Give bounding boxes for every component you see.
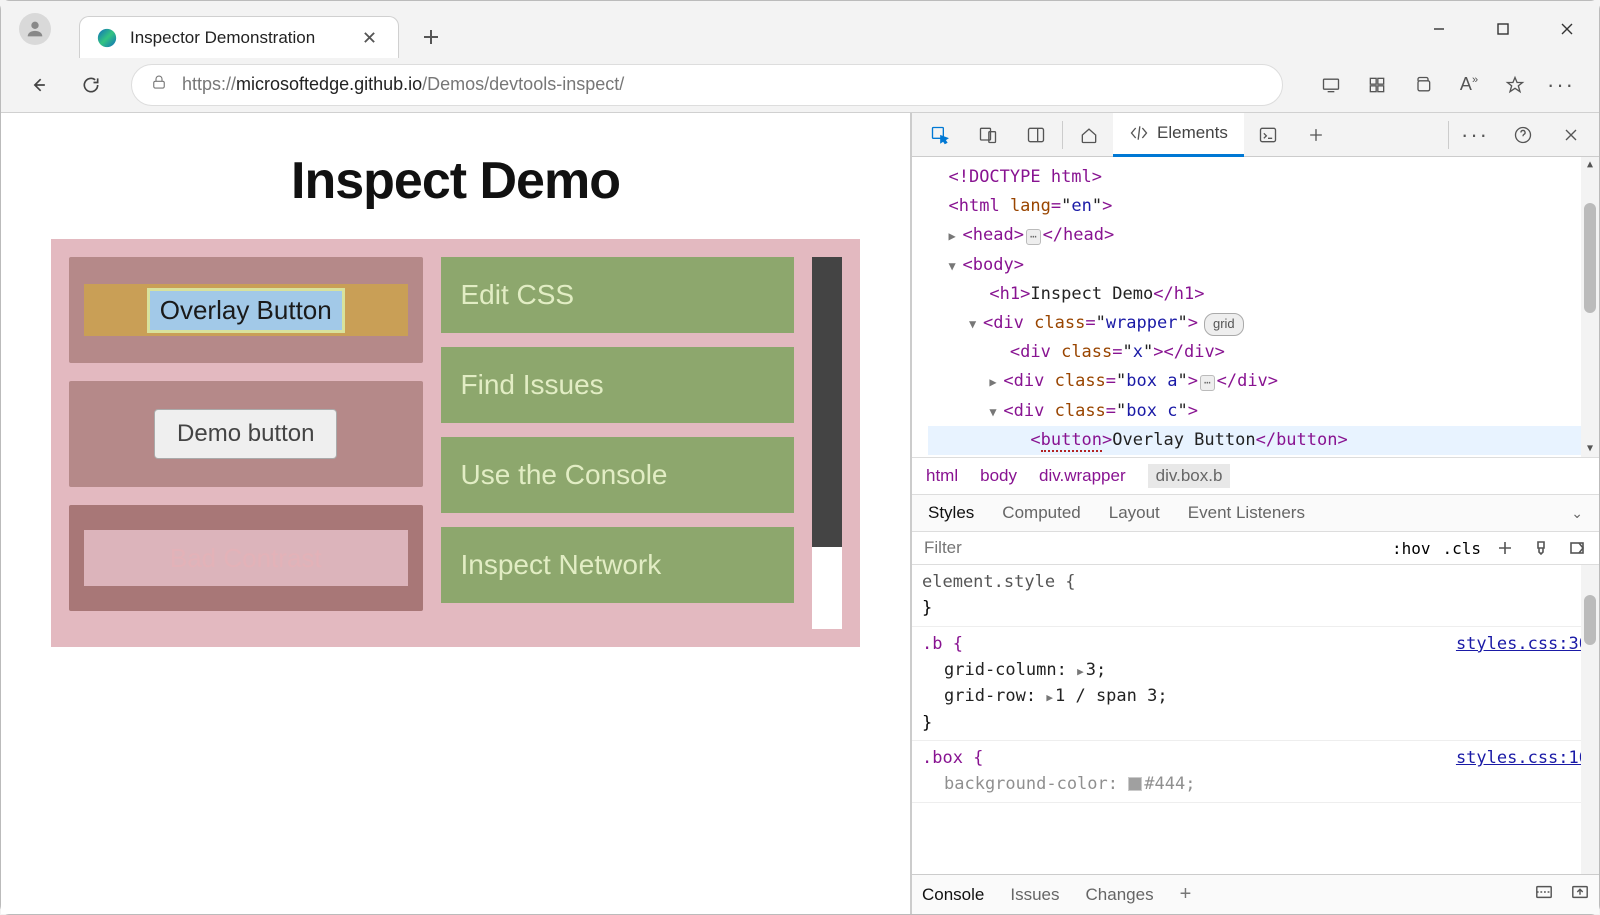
url-text: https://microsoftedge.github.io/Demos/de… (182, 74, 624, 95)
cls-toggle[interactable]: .cls (1442, 539, 1481, 558)
dom-tree[interactable]: <!DOCTYPE html> <html lang="en"> ▶<head>… (912, 157, 1599, 457)
dom-selected-node[interactable]: <button>Overlay Button</button> (928, 426, 1599, 455)
edge-icon (96, 27, 118, 49)
refresh-button[interactable] (71, 65, 111, 105)
demo-box-overlay: Overlay Button (69, 257, 423, 363)
source-link[interactable]: styles.css:30 (1456, 631, 1589, 657)
inspect-element-icon[interactable] (916, 113, 964, 157)
add-tab-icon[interactable] (1292, 113, 1340, 157)
window-controls (1407, 1, 1599, 57)
favorite-icon[interactable] (1495, 65, 1535, 105)
lock-icon (150, 73, 168, 96)
demo-scrollbar-thumb[interactable] (812, 257, 842, 547)
styles-toolbar: :hov .cls (912, 532, 1599, 565)
window-titlebar: Inspector Demonstration (1, 1, 1599, 57)
demo-link-column: Edit CSS Find Issues Use the Console Ins… (441, 257, 795, 629)
computed-tab[interactable]: Computed (1002, 503, 1080, 523)
demo-link[interactable]: Inspect Network (441, 527, 795, 603)
breadcrumb-item-selected[interactable]: div.box.b (1148, 464, 1231, 488)
demo-wrapper: Overlay Button Demo button Bad Contrast … (51, 239, 860, 647)
new-style-rule-icon[interactable] (1493, 536, 1517, 560)
browser-toolbar: https://microsoftedge.github.io/Demos/de… (1, 57, 1599, 113)
drawer-dock-icon[interactable] (1535, 883, 1553, 906)
rule-box[interactable]: styles.css:16 .box { background-color: #… (912, 741, 1599, 803)
bad-contrast-label: Bad Contrast (84, 530, 408, 586)
devtools-header: Elements ··· (912, 113, 1599, 157)
elements-tab-label: Elements (1157, 123, 1228, 143)
profile-avatar[interactable] (19, 13, 51, 45)
drawer-changes-tab[interactable]: Changes (1086, 885, 1154, 905)
hov-toggle[interactable]: :hov (1392, 539, 1431, 558)
demo-box-contrast: Bad Contrast (69, 505, 423, 611)
toggle-compare-icon[interactable] (1565, 536, 1589, 560)
event-listeners-tab[interactable]: Event Listeners (1188, 503, 1305, 523)
dock-side-icon[interactable] (1012, 113, 1060, 157)
help-icon[interactable] (1499, 113, 1547, 157)
page-viewport: Inspect Demo Overlay Button Demo button … (1, 113, 911, 914)
demo-link[interactable]: Edit CSS (441, 257, 795, 333)
rule-element-style[interactable]: element.style { } (912, 565, 1599, 627)
close-window-button[interactable] (1535, 1, 1599, 57)
drawer-issues-tab[interactable]: Issues (1010, 885, 1059, 905)
dom-scrollbar[interactable]: ▲ ▼ (1581, 157, 1599, 457)
styles-tabs: Styles Computed Layout Event Listeners ⌄ (912, 495, 1599, 532)
new-tab-button[interactable] (411, 17, 451, 57)
demo-button[interactable]: Demo button (154, 409, 337, 459)
tab-title: Inspector Demonstration (130, 28, 344, 48)
dom-breadcrumb: html body div.wrapper div.box.b (912, 457, 1599, 495)
styles-tab[interactable]: Styles (928, 503, 974, 523)
source-link[interactable]: styles.css:16 (1456, 745, 1589, 771)
layout-tab[interactable]: Layout (1109, 503, 1160, 523)
welcome-tab-icon[interactable] (1065, 113, 1113, 157)
more-tools-icon[interactable]: ··· (1451, 113, 1499, 157)
demo-link[interactable]: Find Issues (441, 347, 795, 423)
settings-menu-button[interactable]: ··· (1541, 65, 1581, 105)
drawer-console-tab[interactable]: Console (922, 885, 984, 905)
devtools-panel: Elements ··· <!DOCTYPE html> <html lang=… (911, 113, 1599, 914)
maximize-button[interactable] (1471, 1, 1535, 57)
breadcrumb-item[interactable]: html (926, 466, 958, 486)
close-tab-button[interactable] (356, 25, 382, 51)
device-emulation-icon[interactable] (964, 113, 1012, 157)
drawer-add-tab[interactable]: + (1180, 883, 1192, 906)
read-aloud-icon[interactable]: A» (1449, 65, 1489, 105)
styles-filter-input[interactable] (922, 537, 1380, 559)
drawer-expand-icon[interactable] (1571, 883, 1589, 906)
grid-badge[interactable]: grid (1204, 313, 1244, 336)
expand-icon[interactable]: ⌄ (1571, 505, 1583, 522)
breadcrumb-item[interactable]: body (980, 466, 1017, 486)
styles-rules[interactable]: element.style { } styles.css:30 .b { gri… (912, 565, 1599, 874)
browser-tab[interactable]: Inspector Demonstration (79, 16, 399, 58)
elements-tab[interactable]: Elements (1113, 113, 1244, 157)
page-heading: Inspect Demo (11, 151, 900, 211)
breadcrumb-item[interactable]: div.wrapper (1039, 466, 1126, 486)
color-swatch[interactable] (1128, 777, 1142, 791)
overlay-button[interactable]: Overlay Button (147, 288, 345, 333)
close-devtools-icon[interactable] (1547, 113, 1595, 157)
demo-header-strip: Overlay Button (84, 284, 408, 336)
address-bar[interactable]: https://microsoftedge.github.io/Demos/de… (131, 64, 1283, 106)
back-button[interactable] (19, 65, 59, 105)
rule-b[interactable]: styles.css:30 .b { grid-column: ▶3; grid… (912, 627, 1599, 741)
console-drawer-icon[interactable] (1244, 113, 1292, 157)
demo-scrollbar[interactable] (812, 257, 842, 629)
collections-icon[interactable] (1403, 65, 1443, 105)
devtools-drawer: Console Issues Changes + (912, 874, 1599, 914)
demo-box-button: Demo button (69, 381, 423, 487)
screen-cast-icon[interactable] (1311, 65, 1351, 105)
demo-link[interactable]: Use the Console (441, 437, 795, 513)
dom-scrollbar-thumb[interactable] (1584, 203, 1596, 313)
extensions-icon[interactable] (1357, 65, 1397, 105)
minimize-button[interactable] (1407, 1, 1471, 57)
styles-scrollbar[interactable] (1581, 565, 1599, 874)
paint-flash-icon[interactable] (1529, 536, 1553, 560)
